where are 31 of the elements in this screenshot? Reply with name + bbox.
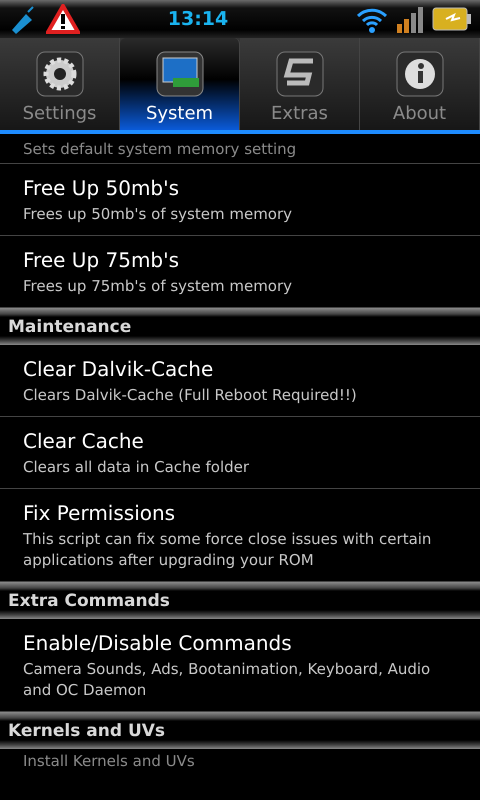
item-title: Enable/Disable Commands <box>23 631 293 655</box>
info-icon <box>394 51 444 97</box>
item-title: Free Up 50mb's <box>23 176 180 200</box>
item-title: Clear Dalvik-Cache <box>23 357 214 381</box>
preference-item[interactable]: Clear Cache Clears all data in Cache folder <box>0 417 480 489</box>
section-header: Maintenance <box>0 308 480 345</box>
clock: 13:14 <box>166 8 230 30</box>
item-summary: Clears Dalvik-Cache (Full Reboot Required!!) <box>23 385 358 406</box>
item-title: Free Up 75mb's <box>23 248 180 272</box>
item-summary: This script can fix some force close issues with certain applications after upgrading your ROM <box>23 529 432 571</box>
preference-item[interactable]: Clear Dalvik-Cache Clears Dalvik-Cache (Full Reboot Required!!) <box>0 345 480 417</box>
tab[interactable]: System <box>120 38 240 130</box>
tab[interactable]: About <box>360 38 480 130</box>
item-summary: Clears all data in Cache folder <box>23 457 250 478</box>
monitor-icon <box>154 51 204 97</box>
section-header: Extra Commands <box>0 582 480 619</box>
warning-icon <box>46 4 80 34</box>
preference-item[interactable]: Free Up 50mb's Frees up 50mb's of system memory <box>0 164 480 236</box>
item-title: Clear Cache <box>23 429 145 453</box>
gear-icon <box>34 51 84 97</box>
item-summary: Frees up 75mb's of system memory <box>23 276 294 297</box>
item-summary: Camera Sounds, Ads, Bootanimation, Keyboard, Audio and OC Daemon <box>23 659 432 701</box>
logo-icon <box>274 51 324 97</box>
item-summary: Frees up 50mb's of system memory <box>23 204 294 225</box>
item-summary: Install Kernels and UVs <box>23 752 195 770</box>
section-header: Kernels and UVs <box>0 712 480 749</box>
signal-icon <box>396 4 424 34</box>
tab[interactable]: Extras <box>240 38 360 130</box>
item-summary: Sets default system memory setting <box>23 140 296 158</box>
tab[interactable]: Settings <box>0 38 120 130</box>
item-title: Fix Permissions <box>23 501 176 525</box>
